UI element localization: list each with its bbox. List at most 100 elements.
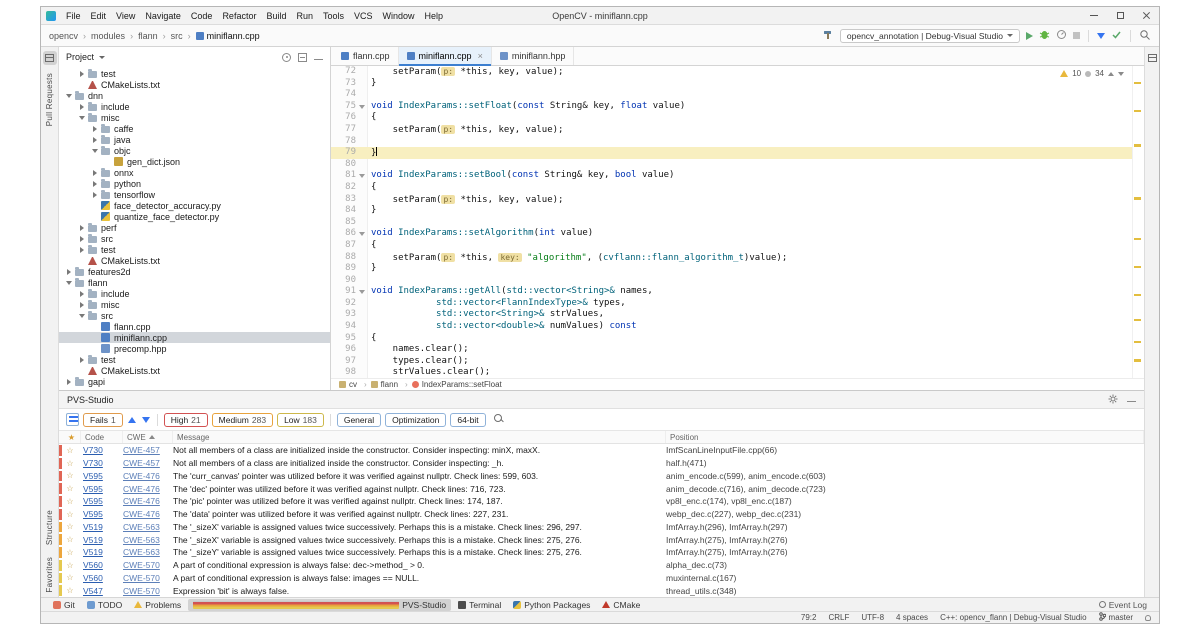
tool-stripe-label-favorites[interactable]: Favorites [45, 557, 54, 593]
tree-collapsed-arrow-icon[interactable] [78, 69, 87, 78]
cwe-link[interactable]: CWE-570 [123, 560, 173, 570]
favorite-star-icon[interactable]: ☆ [59, 459, 81, 468]
tree-item-java[interactable]: java [59, 134, 330, 145]
menu-build[interactable]: Build [261, 11, 291, 21]
tree-item-python[interactable]: python [59, 178, 330, 189]
minimize-button[interactable] [1081, 7, 1107, 24]
prev-problem-icon[interactable] [1108, 71, 1114, 77]
tree-collapsed-arrow-icon[interactable] [78, 289, 87, 298]
tree-item-onnx[interactable]: onnx [59, 167, 330, 178]
menu-tools[interactable]: Tools [318, 11, 349, 21]
warning-stripe-mark[interactable] [1134, 294, 1141, 297]
favorite-star-icon[interactable]: ☆ [59, 484, 81, 493]
warning-position[interactable]: thread_utils.c(348) [666, 586, 1144, 596]
code-line-97[interactable]: 97 types.clear(); [331, 356, 1132, 368]
notification-icon[interactable] [1145, 615, 1151, 621]
code-line-98[interactable]: 98 strValues.clear(); [331, 367, 1132, 378]
code-line-83[interactable]: 83 setParam(p: *this, key, value); [331, 194, 1132, 206]
tool-stripe-label-structure[interactable]: Structure [45, 510, 54, 545]
tool-button-todo[interactable]: TODO [82, 599, 127, 611]
diagnostic-code-link[interactable]: V730 [81, 458, 123, 468]
status-item-crlf[interactable]: CRLF [828, 613, 849, 622]
warning-stripe-mark[interactable] [1134, 197, 1141, 200]
diagnostic-code-link[interactable]: V595 [81, 496, 123, 506]
tool-stripe-button[interactable] [1145, 51, 1159, 65]
cwe-link[interactable]: CWE-476 [123, 484, 173, 494]
warning-position[interactable]: ImfArray.h(296), ImfArray.h(297) [666, 522, 1144, 532]
breadcrumb-item-opencv[interactable]: opencv [49, 31, 91, 41]
pvs-warning-row[interactable]: ☆V519CWE-563The '_sizeX' variable is ass… [59, 533, 1144, 546]
filter-high[interactable]: High21 [164, 413, 208, 427]
maximize-button[interactable] [1107, 7, 1133, 24]
tree-collapsed-arrow-icon[interactable] [78, 300, 87, 309]
warning-position[interactable]: anim_decode.c(716), anim_decode.c(723) [666, 484, 1144, 494]
code-line-81[interactable]: 81void IndexParams::setBool(const String… [331, 170, 1132, 182]
search-icon[interactable] [1139, 29, 1151, 43]
tool-button-problems[interactable]: Problems [129, 599, 186, 611]
code-area[interactable]: 72 setParam(p: *this, key, value);73}747… [331, 66, 1144, 378]
error-stripe-scrollbar[interactable] [1132, 66, 1144, 378]
tree-item-gapi[interactable]: gapi [59, 376, 330, 387]
diagnostic-code-link[interactable]: V560 [81, 560, 123, 570]
build-hammer-icon[interactable] [822, 29, 834, 43]
show-all-warnings-icon[interactable] [66, 413, 79, 426]
code-line-92[interactable]: 92 std::vector<FlannIndexType>& types, [331, 298, 1132, 310]
tree-expanded-arrow-icon[interactable] [78, 113, 87, 122]
tree-expanded-arrow-icon[interactable] [78, 311, 87, 320]
warning-position[interactable]: anim_encode.c(599), anim_encode.c(603) [666, 471, 1144, 481]
warning-position[interactable]: ImfScanLineInputFile.cpp(66) [666, 445, 1144, 455]
pvs-warning-row[interactable]: ☆V595CWE-476The 'pic' pointer was utiliz… [59, 495, 1144, 508]
favorite-star-icon[interactable]: ☆ [59, 497, 81, 506]
warning-position[interactable]: ImfArray.h(275), ImfArray.h(276) [666, 547, 1144, 557]
warning-position[interactable]: ImfArray.h(275), ImfArray.h(276) [666, 535, 1144, 545]
locate-file-icon[interactable] [282, 53, 291, 62]
editor-tab-flann-cpp[interactable]: flann.cpp [333, 47, 399, 65]
diagnostic-code-link[interactable]: V560 [81, 573, 123, 583]
project-stripe-button[interactable] [43, 51, 57, 65]
next-warning-button[interactable] [141, 414, 151, 426]
tree-collapsed-arrow-icon[interactable] [78, 355, 87, 364]
menu-vcs[interactable]: VCS [349, 11, 378, 21]
code-line-89[interactable]: 89} [331, 263, 1132, 275]
tree-collapsed-arrow-icon[interactable] [91, 135, 100, 144]
code-line-85[interactable]: 85 [331, 217, 1132, 229]
tree-item-caffe[interactable]: caffe [59, 123, 330, 134]
git-commit-icon[interactable] [1111, 29, 1122, 42]
diagnostic-code-link[interactable]: V730 [81, 445, 123, 455]
warning-position[interactable]: webp_dec.c(227), webp_dec.c(231) [666, 509, 1144, 519]
tree-item-precomp-hpp[interactable]: precomp.hpp [59, 343, 330, 354]
favorite-star-icon[interactable]: ☆ [59, 561, 81, 570]
tree-collapsed-arrow-icon[interactable] [65, 377, 74, 386]
tree-item-include[interactable]: include [59, 288, 330, 299]
tree-item-src[interactable]: src [59, 310, 330, 321]
cwe-link[interactable]: CWE-563 [123, 522, 173, 532]
warning-stripe-mark[interactable] [1134, 319, 1141, 322]
warning-stripe-mark[interactable] [1134, 82, 1141, 85]
editor-tab-miniflann-hpp[interactable]: miniflann.hpp [492, 47, 575, 65]
filter-64-bit[interactable]: 64-bit [450, 413, 485, 427]
tree-item-miniflann-cpp[interactable]: miniflann.cpp [59, 332, 330, 343]
diagnostic-code-link[interactable]: V519 [81, 522, 123, 532]
column-code[interactable]: Code [81, 431, 123, 443]
tree-item-misc[interactable]: misc [59, 299, 330, 310]
code-line-94[interactable]: 94 std::vector<double>& numValues) const [331, 321, 1132, 333]
pvs-warning-row[interactable]: ☆V519CWE-563The '_sizeY' variable is ass… [59, 546, 1144, 559]
code-line-78[interactable]: 78 [331, 136, 1132, 148]
tree-item-cmakelists-txt[interactable]: CMakeLists.txt [59, 255, 330, 266]
code-line-82[interactable]: 82{ [331, 182, 1132, 194]
warning-position[interactable]: muxinternal.c(167) [666, 573, 1144, 583]
filter-general[interactable]: General [337, 413, 381, 427]
tool-button-git[interactable]: Git [48, 599, 80, 611]
diagnostic-code-link[interactable]: V519 [81, 547, 123, 557]
pvs-warning-row[interactable]: ☆V519CWE-563The '_sizeX' variable is ass… [59, 521, 1144, 534]
chevron-down-icon[interactable] [99, 56, 105, 59]
code-line-76[interactable]: 76{ [331, 112, 1132, 124]
gear-icon[interactable] [1108, 394, 1118, 406]
pvs-warning-row[interactable]: ☆V595CWE-476The 'data' pointer was utili… [59, 508, 1144, 521]
filter-low[interactable]: Low183 [277, 413, 324, 427]
prev-warning-button[interactable] [127, 414, 137, 426]
warning-position[interactable]: half.h(471) [666, 458, 1144, 468]
menu-refactor[interactable]: Refactor [217, 11, 261, 21]
status-item-c-opencv-flann-debug-visual-studio[interactable]: C++: opencv_flann | Debug-Visual Studio [940, 613, 1086, 622]
column-cwe[interactable]: CWE [123, 431, 173, 443]
